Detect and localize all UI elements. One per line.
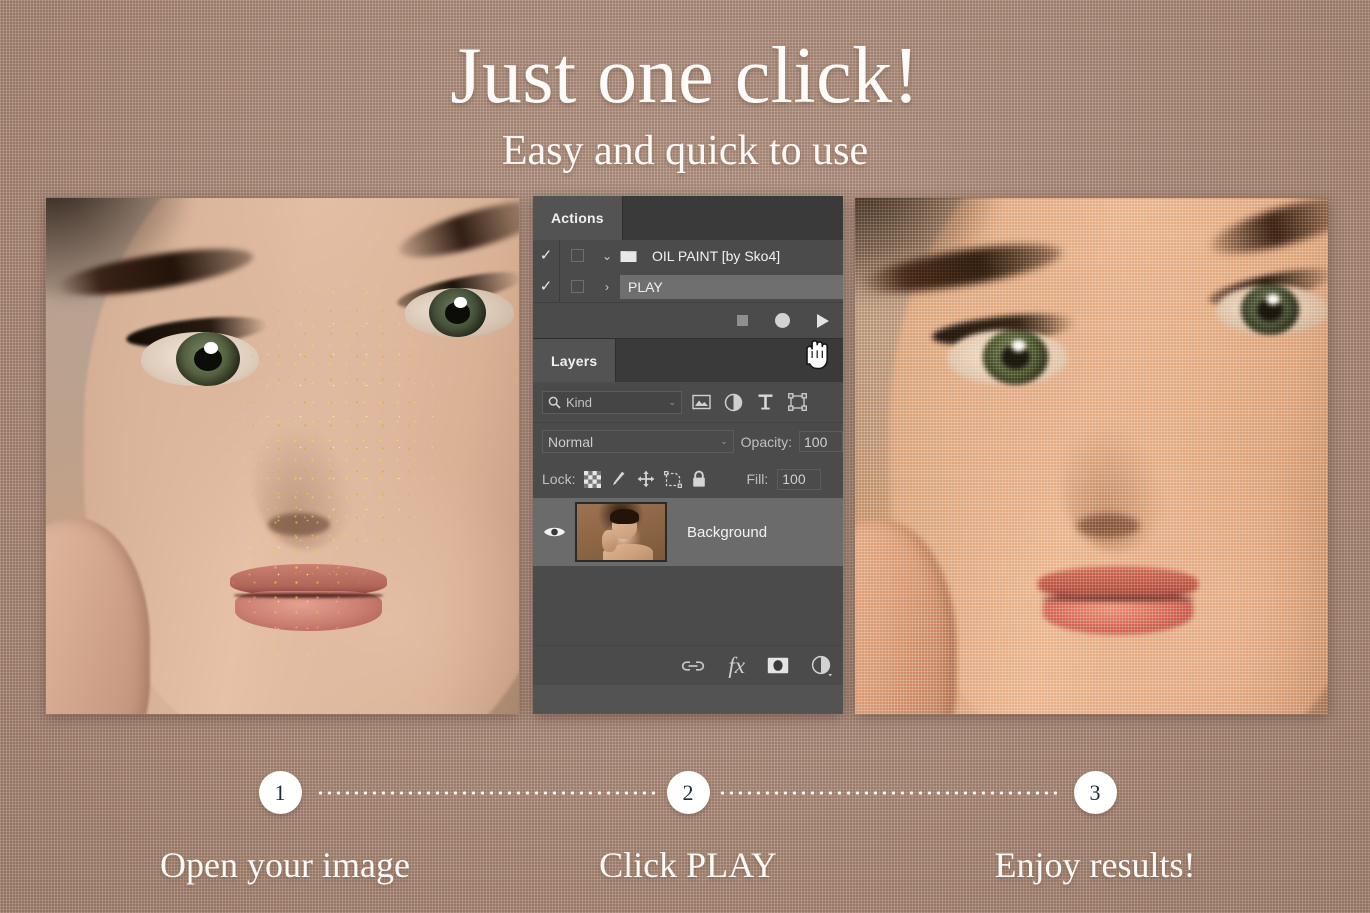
portrait-lip-line (1041, 596, 1195, 601)
play-button[interactable] (817, 313, 829, 328)
fill-label: Fill: (746, 471, 769, 487)
portrait-glint-right (1266, 293, 1280, 305)
portrait-nostril (1077, 513, 1140, 538)
actions-list: ✓ ⌄ OIL PAINT [by Sko4] ✓ › PLAY (533, 240, 843, 302)
layer-thumbnail[interactable] (575, 502, 667, 562)
step-number-badge: 3 (1073, 771, 1117, 814)
portrait-illustration (46, 198, 519, 714)
lock-position-icon[interactable] (637, 470, 655, 488)
blend-mode-value: Normal (548, 433, 594, 450)
before-photo (46, 198, 519, 714)
page-subtitle: Easy and quick to use (501, 128, 869, 174)
portrait-thumbnail (577, 504, 665, 560)
layers-list: Background (533, 498, 843, 645)
actions-tabbar: Actions (533, 196, 843, 240)
layers-tabbar-empty (615, 339, 843, 382)
image-filter-icon[interactable] (688, 389, 714, 415)
after-photo (855, 198, 1328, 714)
step-label: Open your image (160, 845, 410, 885)
thumb-hair (609, 509, 640, 524)
layers-toolbar: fx (533, 645, 843, 685)
shape-filter-icon[interactable] (784, 389, 810, 415)
actions-tabbar-empty (621, 196, 843, 240)
step-label: Enjoy results! (994, 845, 1196, 885)
folder-icon (620, 249, 644, 263)
layers-lock-row: Lock: Fill: 100 (533, 460, 843, 498)
layer-name: Background (687, 523, 768, 541)
actions-toolbar (533, 302, 843, 338)
layer-row-background[interactable]: Background (533, 498, 843, 566)
action-dialog-toggle[interactable] (560, 249, 594, 262)
tab-layers[interactable]: Layers (533, 339, 616, 382)
filter-kind-select[interactable]: Kind ⌄ (542, 390, 682, 414)
lock-image-icon[interactable] (610, 470, 628, 488)
chevron-down-icon[interactable]: ⌄ (720, 436, 728, 447)
portrait-eye-right (1216, 284, 1328, 335)
adjustment-layer-icon[interactable] (811, 655, 833, 677)
portrait-iris-left (982, 329, 1049, 385)
layers-filter-row: Kind ⌄ (533, 382, 843, 422)
filter-kind-label: Kind (566, 394, 593, 410)
fill-input[interactable]: 100 (777, 468, 822, 490)
record-button[interactable] (775, 313, 790, 328)
portrait-lips (1038, 566, 1198, 635)
step-number-badge: 1 (258, 771, 302, 814)
portrait-illustration-oil (855, 198, 1328, 714)
action-enabled-check[interactable]: ✓ (533, 240, 560, 271)
layers-empty-area (533, 566, 843, 645)
lock-artboard-icon[interactable] (664, 470, 683, 488)
portrait-eye-left (946, 329, 1068, 385)
header: Just one click! Easy and quick to use (0, 0, 1370, 172)
lock-label: Lock: (542, 471, 576, 487)
action-dialog-toggle[interactable] (560, 280, 594, 293)
chevron-down-icon[interactable]: ⌄ (594, 249, 620, 263)
blend-mode-select[interactable]: Normal ⌄ (542, 430, 734, 453)
step-3: 3 Enjoy results! (975, 771, 1215, 886)
stop-button[interactable] (737, 315, 748, 326)
lock-all-icon[interactable] (691, 470, 707, 488)
layer-mask-icon[interactable] (767, 657, 789, 674)
step-label: Click PLAY (599, 845, 777, 885)
lock-transparency-icon[interactable] (584, 470, 602, 488)
action-label: OIL PAINT [by Sko4] (652, 247, 781, 264)
chevron-down-icon[interactable]: ⌄ (668, 397, 676, 408)
page-title: Just one click! (450, 32, 920, 120)
layer-style-icon[interactable]: fx (728, 654, 745, 677)
search-icon (548, 396, 561, 409)
layers-blend-row: Normal ⌄ Opacity: 100 (533, 422, 843, 460)
portrait-glint-left (1011, 339, 1026, 352)
steps-section: 1 Open your image 2 Click PLAY 3 Enjoy r… (0, 745, 1370, 913)
eye-icon[interactable] (533, 525, 575, 539)
tab-actions[interactable]: Actions (533, 196, 622, 240)
action-row-oil-paint[interactable]: ✓ ⌄ OIL PAINT [by Sko4] (533, 240, 843, 271)
action-row-play[interactable]: ✓ › PLAY (533, 271, 843, 302)
portrait-iris-right (1241, 284, 1300, 335)
opacity-label: Opacity: (740, 433, 792, 450)
layers-tabbar: Layers (533, 338, 843, 382)
action-label: PLAY (620, 274, 843, 299)
opacity-input[interactable]: 100 (799, 431, 843, 452)
step-number-badge: 2 (666, 771, 710, 814)
step-2: 2 Click PLAY (568, 771, 808, 886)
step-1: 1 Open your image (160, 771, 410, 886)
adjustment-filter-icon[interactable] (720, 389, 746, 415)
photoshop-panel: Actions ✓ ⌄ OIL PAINT [by Sko4] ✓ › PLAY (533, 196, 843, 714)
type-filter-icon[interactable] (752, 389, 778, 415)
action-enabled-check[interactable]: ✓ (533, 271, 560, 302)
chevron-right-icon[interactable]: › (594, 280, 620, 294)
link-layers-icon[interactable] (680, 659, 706, 673)
glitter-overlay-secondary (46, 198, 519, 714)
